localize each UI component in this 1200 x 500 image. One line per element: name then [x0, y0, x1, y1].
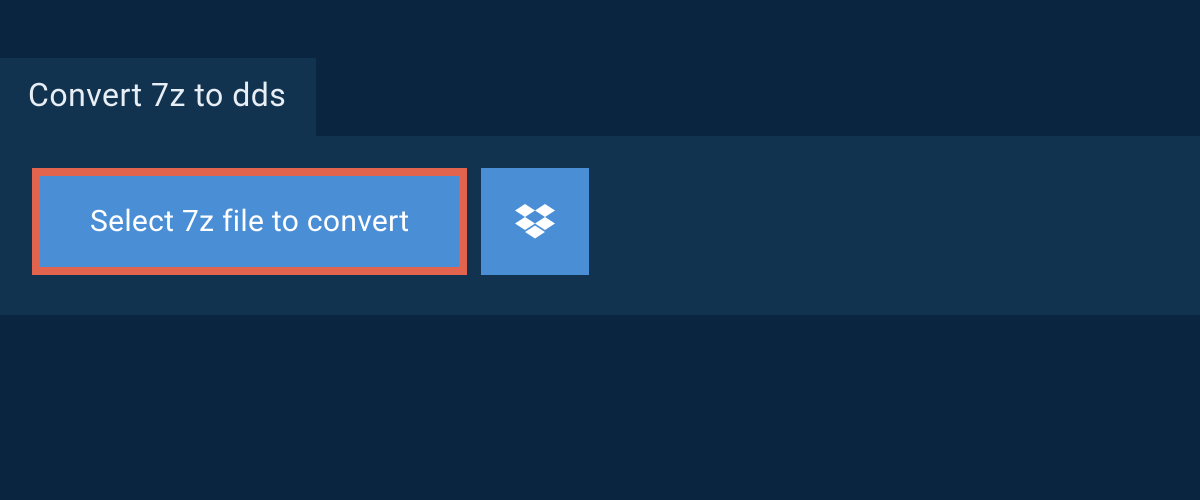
dropbox-button[interactable] [481, 168, 589, 275]
select-file-label: Select 7z file to convert [90, 204, 409, 239]
tab-convert[interactable]: Convert 7z to dds [0, 58, 316, 136]
dropbox-icon [515, 204, 555, 240]
tab-bar: Convert 7z to dds [0, 0, 1200, 136]
conversion-panel: Select 7z file to convert [0, 136, 1200, 315]
select-file-button[interactable]: Select 7z file to convert [32, 168, 467, 275]
tab-label: Convert 7z to dds [28, 76, 286, 114]
